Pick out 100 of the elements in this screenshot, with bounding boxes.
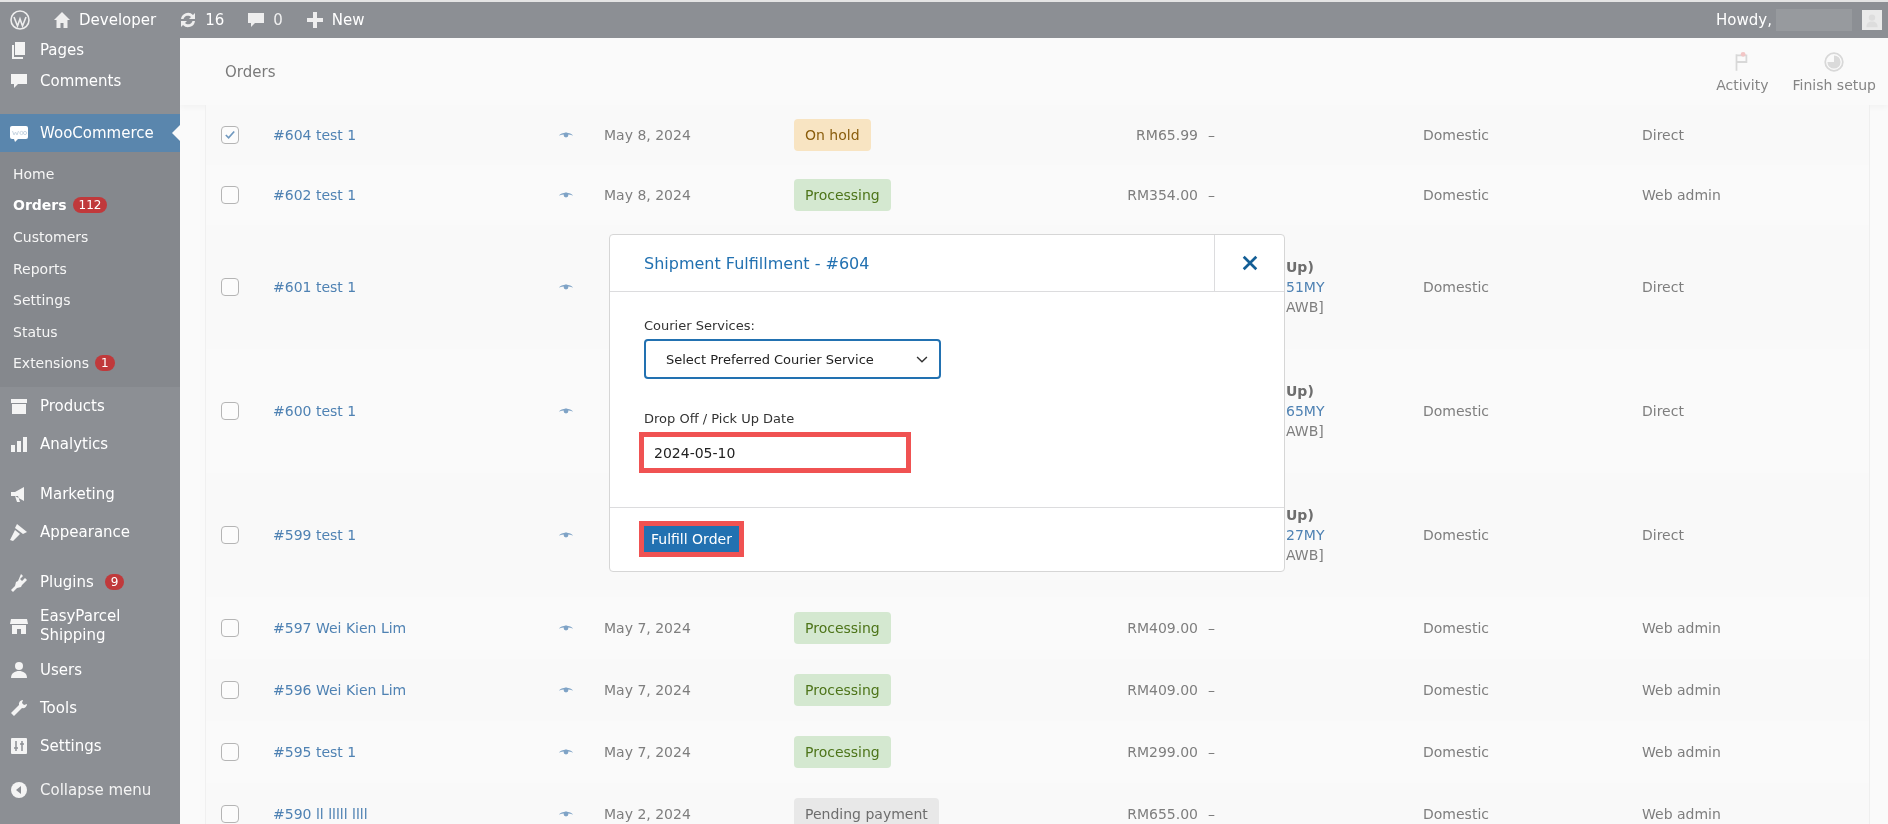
submenu-item[interactable]: Customers bbox=[0, 221, 180, 253]
sidebar-item[interactable]: EasyParcel Shipping bbox=[0, 601, 180, 652]
submenu-item[interactable]: Reports bbox=[0, 252, 180, 285]
order-total: RM655.00 bbox=[1127, 806, 1198, 822]
status-badge: Processing bbox=[794, 612, 891, 644]
comments-link[interactable]: 0 bbox=[273, 11, 283, 29]
sidebar-item[interactable]: Analytics bbox=[0, 425, 180, 464]
tracking-text[interactable]: 51MY bbox=[1286, 279, 1325, 295]
header-action-button[interactable]: Finish setup bbox=[1780, 38, 1888, 105]
order-date: May 8, 2024 bbox=[604, 187, 691, 203]
order-link[interactable]: #590 ll lllll llll bbox=[273, 806, 368, 822]
status-badge: Processing bbox=[794, 179, 891, 211]
sliders-icon bbox=[9, 736, 29, 757]
count-badge: 9 bbox=[104, 574, 125, 591]
submenu-item[interactable]: Home bbox=[0, 158, 180, 190]
row-checkbox[interactable] bbox=[221, 278, 239, 296]
courier-select[interactable]: Select Preferred Courier Service bbox=[644, 339, 941, 379]
empty-dash: – bbox=[1208, 744, 1215, 760]
row-checkbox[interactable] bbox=[221, 619, 239, 637]
sidebar-item[interactable]: Marketing bbox=[0, 475, 180, 514]
comment-icon[interactable] bbox=[246, 10, 267, 30]
order-link[interactable]: #604 test 1 bbox=[273, 127, 357, 143]
fulfill-order-button[interactable]: Fulfill Order bbox=[639, 521, 744, 557]
date-field[interactable]: 2024-05-10 bbox=[639, 432, 911, 473]
row-checkbox[interactable] bbox=[221, 681, 239, 699]
table-cell: Domestic bbox=[1423, 127, 1489, 143]
status-badge: Processing bbox=[794, 674, 891, 706]
bar-chart-icon bbox=[9, 434, 29, 455]
empty-dash: – bbox=[1208, 806, 1215, 822]
row-checkbox[interactable] bbox=[221, 805, 239, 823]
sidebar-item[interactable]: Comments bbox=[0, 62, 180, 100]
archive-icon bbox=[9, 396, 29, 417]
row-checkbox[interactable] bbox=[221, 526, 239, 544]
table-cell: Domestic bbox=[1423, 806, 1489, 822]
header-action-button[interactable]: Activity bbox=[1704, 38, 1781, 105]
new-link[interactable]: New bbox=[331, 11, 365, 29]
wrench-icon bbox=[9, 698, 29, 719]
menu-pointer bbox=[172, 125, 180, 141]
storefront-icon bbox=[9, 616, 29, 637]
sidebar-item[interactable]: Users bbox=[0, 651, 180, 690]
order-total: RM409.00 bbox=[1127, 620, 1198, 636]
menu-label: WooCommerce bbox=[40, 124, 154, 142]
submenu-label: Reports bbox=[13, 260, 67, 277]
comment-icon bbox=[9, 71, 29, 91]
menu-label: Appearance bbox=[40, 523, 131, 542]
order-link[interactable]: #596 Wei Kien Lim bbox=[273, 682, 407, 698]
submenu-item[interactable]: Extensions 1 bbox=[0, 347, 180, 380]
tracking-text: AWB] bbox=[1286, 299, 1324, 315]
order-link[interactable]: #602 test 1 bbox=[273, 187, 357, 203]
sidebar-item[interactable]: Tools bbox=[0, 689, 180, 728]
order-link[interactable]: #595 test 1 bbox=[273, 744, 357, 760]
tracking-text[interactable]: 65MY bbox=[1286, 403, 1325, 419]
order-total: RM409.00 bbox=[1127, 682, 1198, 698]
page-title: Orders bbox=[225, 62, 276, 81]
menu-label: Marketing bbox=[40, 485, 115, 504]
submenu-item[interactable]: Orders 112 bbox=[0, 189, 180, 222]
submenu-label: Status bbox=[13, 323, 58, 340]
dialog-title: Shipment Fulfillment - #604 bbox=[643, 252, 871, 275]
row-checkbox[interactable] bbox=[221, 126, 239, 144]
order-date: May 2, 2024 bbox=[604, 806, 691, 822]
sidebar-item[interactable]: Pages bbox=[0, 38, 180, 62]
order-link[interactable]: #599 test 1 bbox=[273, 527, 357, 543]
sidebar-item[interactable]: Settings bbox=[0, 727, 180, 766]
empty-dash: – bbox=[1208, 127, 1215, 143]
submenu-label: Customers bbox=[13, 229, 89, 245]
table-cell: Domestic bbox=[1423, 187, 1489, 203]
order-link[interactable]: #597 Wei Kien Lim bbox=[273, 620, 407, 636]
plus-icon[interactable] bbox=[304, 10, 325, 30]
count-badge: 112 bbox=[72, 197, 108, 214]
table-cell: Web admin bbox=[1642, 682, 1721, 698]
sidebar-item[interactable]: Products bbox=[0, 387, 180, 426]
updates-link[interactable]: 16 bbox=[205, 11, 225, 29]
menu-label: Analytics bbox=[40, 435, 109, 454]
site-link[interactable]: Developer bbox=[79, 11, 157, 29]
greeting-text: Howdy, bbox=[1716, 11, 1772, 29]
close-icon bbox=[1240, 254, 1259, 272]
sidebar-item[interactable]: Collapse menu bbox=[0, 771, 180, 810]
submenu-item[interactable]: Status bbox=[0, 315, 180, 348]
sidebar-item[interactable]: Appearance bbox=[0, 513, 180, 552]
table-cell: Domestic bbox=[1423, 527, 1489, 543]
sidebar-item[interactable]: WooCommerce bbox=[0, 114, 180, 152]
row-checkbox[interactable] bbox=[221, 743, 239, 761]
tracking-text: Up) bbox=[1286, 507, 1314, 523]
wordpress-logo-icon[interactable] bbox=[10, 10, 30, 30]
row-checkbox[interactable] bbox=[221, 186, 239, 204]
submenu-item[interactable]: Settings bbox=[0, 284, 180, 316]
paintbrush-icon bbox=[9, 522, 29, 543]
tracking-text[interactable]: 27MY bbox=[1286, 527, 1325, 543]
row-checkbox[interactable] bbox=[221, 402, 239, 420]
sidebar-item[interactable]: Plugins 9 bbox=[0, 563, 180, 602]
order-link[interactable]: #600 test 1 bbox=[273, 403, 357, 419]
table-cell: Direct bbox=[1642, 127, 1684, 143]
woo-icon bbox=[9, 123, 29, 143]
home-icon[interactable] bbox=[52, 10, 72, 30]
order-link[interactable]: #601 test 1 bbox=[273, 279, 357, 295]
status-badge: Processing bbox=[794, 736, 891, 768]
status-badge: Pending payment bbox=[794, 798, 939, 824]
progress-circle-icon bbox=[1823, 50, 1846, 73]
empty-dash: – bbox=[1208, 620, 1215, 636]
status-badge: On hold bbox=[794, 119, 871, 151]
